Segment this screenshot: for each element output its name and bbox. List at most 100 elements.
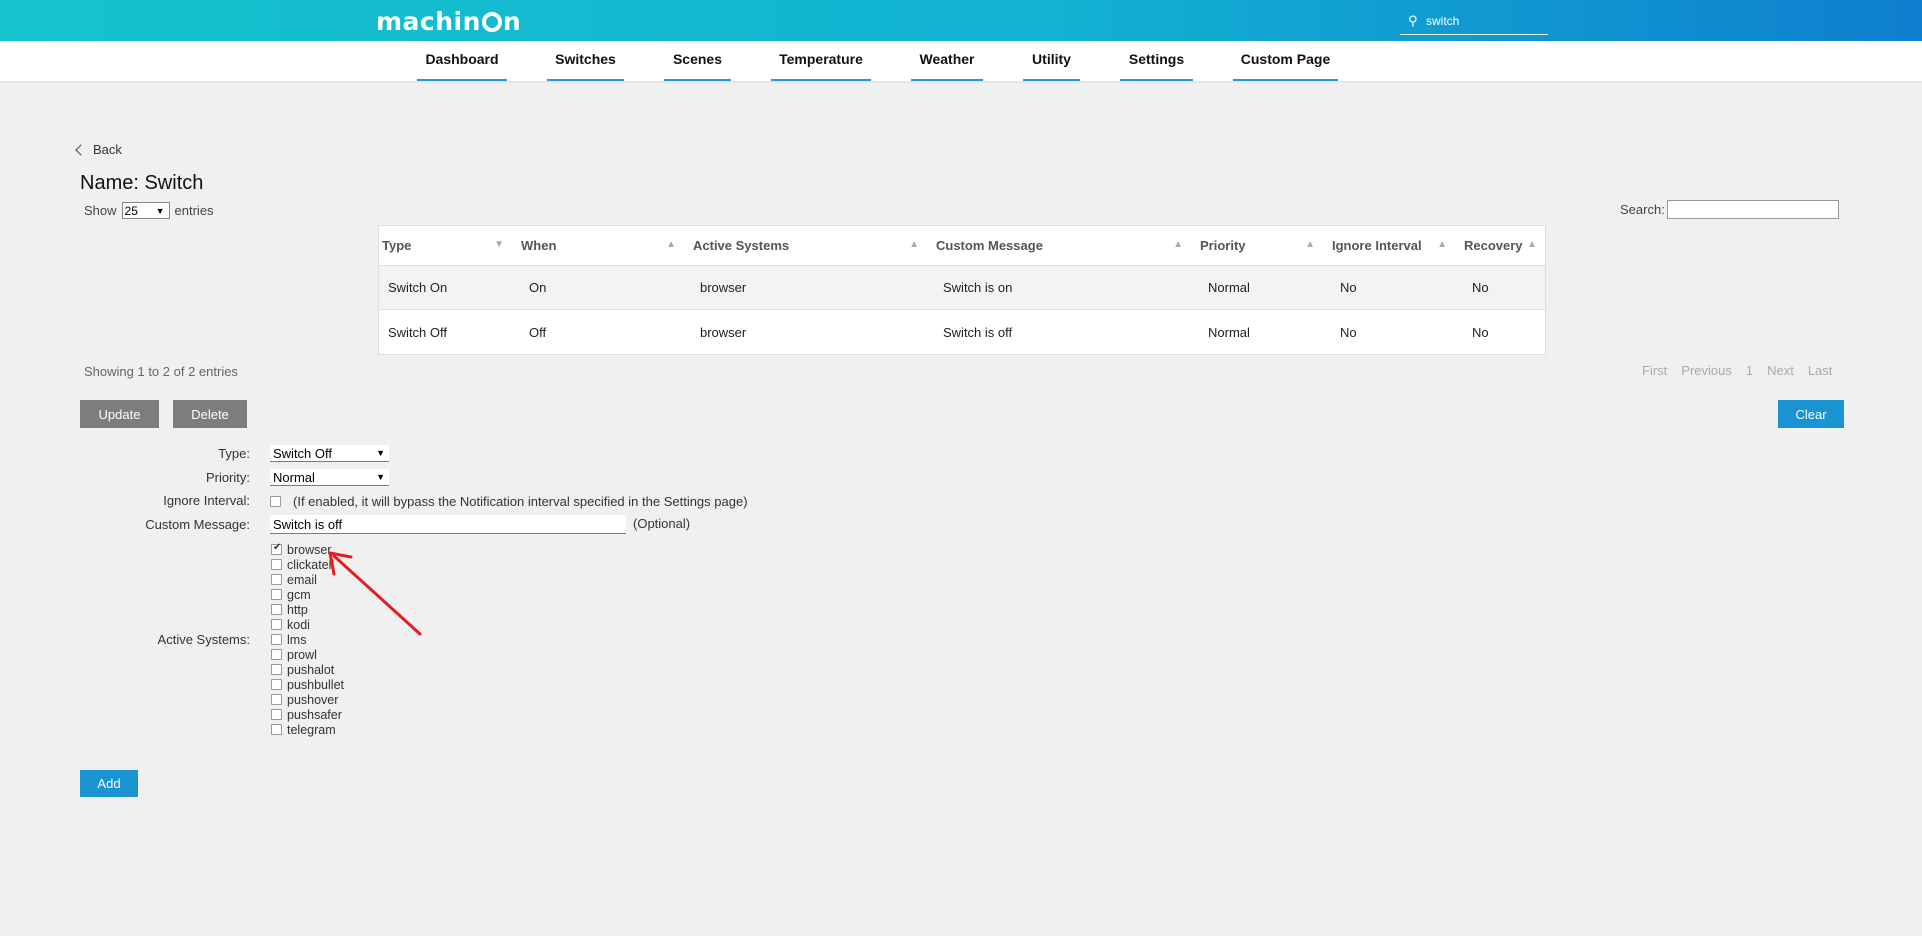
sort-icon: ▲	[909, 239, 919, 250]
type-select-value: Switch Off	[273, 445, 333, 461]
column-header-type[interactable]: Type ▼	[379, 226, 512, 265]
system-item-prowl: prowl	[271, 647, 344, 662]
system-label: pushover	[287, 692, 339, 707]
page-title: Name: Switch	[80, 172, 204, 194]
header-search: ⚲	[1400, 8, 1548, 35]
ignore-interval-checkbox[interactable]	[270, 496, 281, 507]
cell-active-systems: browser	[700, 280, 747, 295]
column-label: When	[521, 238, 557, 253]
system-item-pushbullet: pushbullet	[271, 677, 344, 692]
system-item-pushalot: pushalot	[271, 662, 344, 677]
system-label: prowl	[287, 647, 317, 662]
table-info: Showing 1 to 2 of 2 entries	[84, 364, 238, 379]
column-header-recovery[interactable]: Recovery ▲	[1455, 226, 1545, 265]
cell-priority: Normal	[1208, 280, 1250, 295]
paging-first[interactable]: First	[1642, 363, 1667, 378]
cell-custom-message: Switch is on	[943, 280, 1013, 295]
custom-message-input[interactable]: Switch is off	[270, 515, 626, 534]
type-select[interactable]: Switch Off ▼	[270, 445, 389, 462]
system-checkbox-http[interactable]	[271, 604, 282, 615]
column-header-priority[interactable]: Priority ▲	[1191, 226, 1323, 265]
system-item-pushsafer: pushsafer	[271, 707, 344, 722]
logo-text-end: n	[502, 6, 522, 36]
cell-when: On	[529, 280, 547, 295]
system-checkbox-email[interactable]	[271, 574, 282, 585]
delete-button[interactable]: Delete	[173, 400, 247, 428]
column-label: Ignore Interval	[1332, 238, 1422, 253]
column-header-active-systems[interactable]: Active Systems ▲	[684, 226, 927, 265]
column-header-when[interactable]: When ▲	[512, 226, 684, 265]
update-button[interactable]: Update	[80, 400, 159, 428]
system-checkbox-pushsafer[interactable]	[271, 709, 282, 720]
system-checkbox-gcm[interactable]	[271, 589, 282, 600]
column-header-custom-message[interactable]: Custom Message ▲	[927, 226, 1191, 265]
logo-text: machin	[376, 6, 481, 36]
nav-tab-dashboard[interactable]: Dashboard	[417, 51, 507, 81]
table-header-row: Type ▼ When ▲ Active Systems ▲ Custom Messa…	[379, 226, 1545, 266]
system-item-pushover: pushover	[271, 692, 344, 707]
clear-button[interactable]: Clear	[1778, 400, 1844, 428]
nav-tab-weather[interactable]: Weather	[911, 51, 983, 81]
header-search-input[interactable]	[1426, 14, 1544, 28]
machinon-logo[interactable]: machin n	[376, 6, 522, 36]
priority-select[interactable]: Normal ▼	[270, 469, 389, 486]
active-systems-label: Active Systems:	[157, 632, 250, 647]
cell-type: Switch On	[388, 280, 448, 295]
system-label: telegram	[287, 722, 336, 737]
ignore-interval-field: (If enabled, it will bypass the Notifica…	[270, 494, 748, 509]
nav-tab-scenes[interactable]: Scenes	[664, 51, 731, 81]
dropdown-arrow-icon: ▼	[376, 448, 385, 458]
system-checkbox-kodi[interactable]	[271, 619, 282, 630]
paging-last[interactable]: Last	[1808, 363, 1833, 378]
logo-power-icon	[481, 12, 502, 32]
page-size-select[interactable]: 25 ▼	[121, 202, 170, 219]
system-checkbox-browser[interactable]	[271, 542, 282, 555]
nav-tab-temperature[interactable]: Temperature	[771, 51, 871, 81]
chevron-left-icon	[75, 144, 87, 156]
system-checkbox-clickatell[interactable]	[271, 559, 282, 570]
paging-next[interactable]: Next	[1767, 363, 1794, 378]
column-header-ignore-interval[interactable]: Ignore Interval ▲	[1323, 226, 1455, 265]
table-search-input[interactable]	[1666, 200, 1839, 219]
top-header: machin n ⚲	[0, 0, 1922, 41]
table-row[interactable]: Switch Off Off browser Switch is off Nor…	[379, 310, 1545, 354]
paging-previous[interactable]: Previous	[1681, 363, 1732, 378]
sort-icon: ▼	[494, 239, 504, 250]
cell-recovery: No	[1472, 280, 1489, 295]
system-label: gcm	[287, 587, 311, 602]
search-icon: ⚲	[1408, 13, 1418, 28]
back-link[interactable]: Back	[75, 142, 122, 157]
sort-icon: ▲	[1437, 239, 1447, 250]
back-label: Back	[93, 142, 122, 157]
paging-page-1[interactable]: 1	[1746, 363, 1753, 378]
system-label: pushalot	[287, 662, 335, 677]
nav-tab-switches[interactable]: Switches	[547, 51, 624, 81]
custom-message-value: Switch is off	[273, 516, 343, 532]
notifications-table: Type ▼ When ▲ Active Systems ▲ Custom Messa…	[378, 225, 1546, 355]
sort-icon: ▲	[1173, 239, 1183, 250]
system-checkbox-pushover[interactable]	[271, 694, 282, 705]
main-nav: Dashboard Switches Scenes Temperature We…	[0, 41, 1922, 81]
add-button[interactable]: Add	[80, 770, 138, 797]
show-entries: Show 25 ▼ entries	[84, 202, 214, 219]
cell-ignore-interval: No	[1340, 280, 1357, 295]
column-label: Custom Message	[936, 238, 1043, 253]
nav-tab-utility[interactable]: Utility	[1023, 51, 1080, 81]
priority-label: Priority:	[205, 470, 250, 485]
sort-icon: ▲	[1305, 239, 1315, 250]
system-checkbox-pushbullet[interactable]	[271, 679, 282, 690]
table-search: Search:	[1620, 200, 1839, 219]
system-checkbox-telegram[interactable]	[271, 724, 282, 735]
nav-tab-settings[interactable]: Settings	[1120, 51, 1193, 81]
entries-label: entries	[174, 203, 214, 218]
ignore-interval-help: (If enabled, it will bypass the Notifica…	[293, 494, 748, 509]
sort-icon: ▲	[666, 239, 676, 250]
system-checkbox-lms[interactable]	[271, 634, 282, 645]
table-search-label: Search:	[1620, 202, 1665, 217]
system-label: pushsafer	[287, 707, 342, 722]
system-checkbox-pushalot[interactable]	[271, 664, 282, 675]
nav-tab-custom-page[interactable]: Custom Page	[1233, 51, 1338, 81]
table-row[interactable]: Switch On On browser Switch is on Normal…	[379, 266, 1545, 310]
system-checkbox-prowl[interactable]	[271, 649, 282, 660]
system-label: kodi	[287, 617, 310, 632]
